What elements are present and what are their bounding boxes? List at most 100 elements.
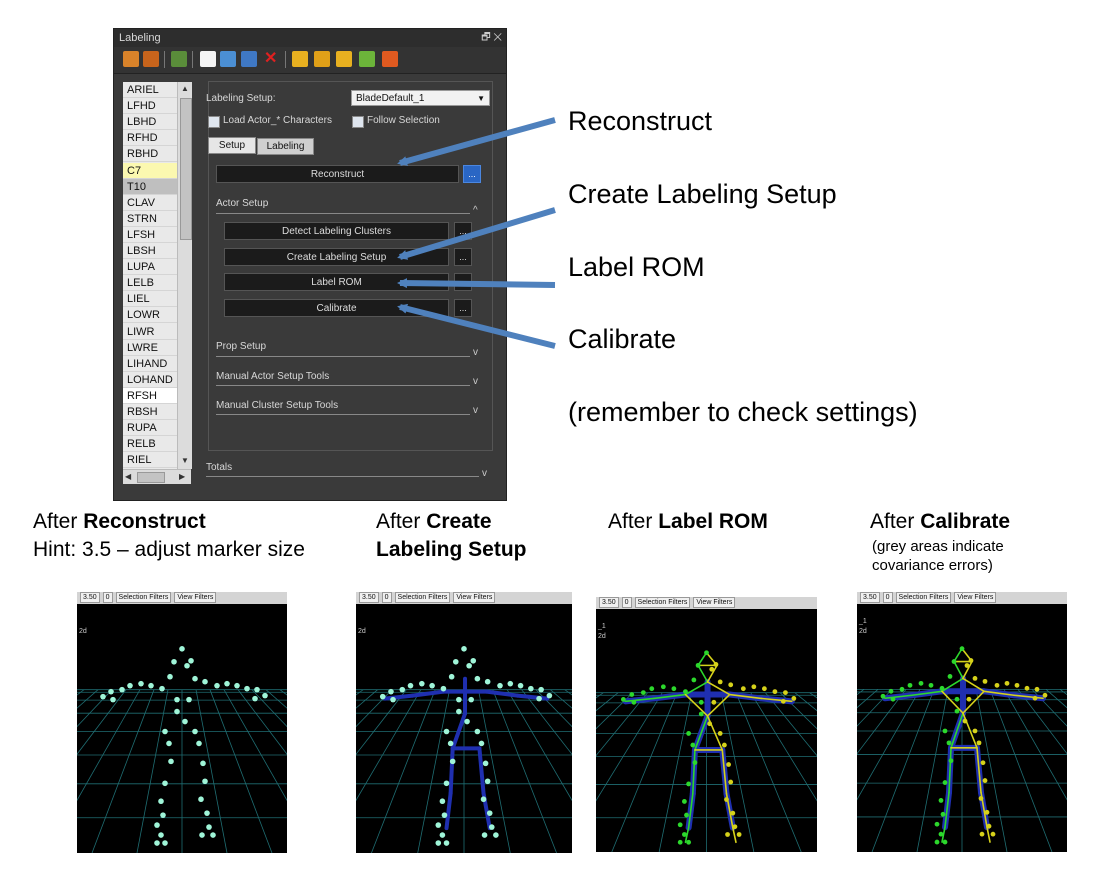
marker-point [440,685,447,692]
marker-point [772,689,778,695]
callout-remember: (remember to check settings) [568,397,918,427]
grid-line [596,692,619,712]
create-labeling-setup-arrow [397,207,556,260]
count-input[interactable]: 0 [381,592,392,603]
view-filters-button[interactable]: View Filters [174,592,217,603]
caption-reconstruct-bold: Reconstruct [83,510,206,533]
marker-point [791,696,797,701]
marker-size-input[interactable]: 3.50 [359,592,379,603]
marker-point [691,677,697,683]
marker-point [686,731,692,736]
caption-after-word: After [376,510,421,533]
marker-point [435,840,442,846]
marker-point [206,824,212,830]
grid-line [564,689,572,696]
grid-line [1031,689,1067,727]
marker-point [162,840,168,846]
viewport-scene [857,646,1067,852]
marker-size-input[interactable]: 3.50 [860,592,880,603]
selection-filters-dropdown[interactable]: Selection Filters [634,597,691,608]
skeleton-bone [684,693,709,717]
marker-point [698,711,704,717]
marker-point [174,708,180,715]
skeleton-bone [444,791,453,831]
marker-point [448,673,455,680]
marker-point [480,796,487,803]
marker-point [692,760,698,765]
viewport-after-calibrate[interactable]: 3.50 0 Selection Filters View Filters 2d _1 [857,592,1067,852]
grid-line [596,692,604,699]
marker-point [704,650,709,656]
marker-point [379,693,386,700]
selection-filters-dropdown[interactable]: Selection Filters [895,592,952,603]
marker-point [204,810,210,816]
viewport-after-reconstruct[interactable]: 3.50 0 Selection Filters View Filters 2d [77,592,287,853]
count-input[interactable]: 0 [621,597,632,608]
marker-point [1042,692,1048,698]
marker-point [474,728,481,735]
marker-size-input[interactable]: 3.50 [80,592,100,603]
viewport-after-label-rom[interactable]: 3.50 0 Selection Filters View Filters 2d _1 [596,597,817,852]
marker-point [441,812,448,818]
grid-line [611,692,678,852]
marker-point [407,682,414,689]
caption-hint: Hint: 3.5 – adjust marker size [33,538,305,561]
marker-point [946,740,952,746]
grid-line [356,689,393,728]
marker-point [154,822,160,828]
viewport-after-create-labeling-setup[interactable]: 3.50 0 Selection Filters View Filters 2d [356,592,572,853]
marker-point [1032,695,1038,701]
marker-point [481,832,488,838]
marker-point [980,760,986,766]
caption-after-word: After [608,510,653,533]
marker-point [940,811,946,817]
marker-point [938,831,944,837]
marker-point [682,832,687,837]
grid-line [223,689,287,802]
marker-point [198,796,204,803]
marker-point [452,658,459,665]
count-input[interactable]: 0 [102,592,113,603]
marker-point [443,780,450,787]
view-filters-button[interactable]: View Filters [453,592,496,603]
marker-point [982,678,988,684]
marker-point [429,682,435,689]
viewport-scene [77,646,287,853]
marker-point [192,675,198,682]
grid-line [91,689,155,853]
marker-point [110,696,116,703]
grid-line [506,689,572,802]
marker-point [1034,686,1040,692]
selection-filters-dropdown[interactable]: Selection Filters [115,592,172,603]
marker-point [1024,685,1030,691]
marker-point [620,696,626,702]
marker-point [474,675,481,682]
callout-reconstruct: Reconstruct [568,106,713,136]
selection-filters-dropdown[interactable]: Selection Filters [394,592,451,603]
skeleton-bone [950,712,964,749]
marker-point [254,686,260,693]
marker-point [127,682,133,689]
grid-line [356,689,378,709]
marker-point [179,646,185,652]
caption-labeling-setup-bold: Labeling Setup [376,538,527,561]
view-filters-button[interactable]: View Filters [693,597,736,608]
marker-point [962,718,968,724]
marker-point [167,673,173,680]
skeleton-bone [953,660,964,680]
callout-calibrate: Calibrate [568,324,677,354]
caption-label-rom: After Label ROM [608,508,768,536]
marker-size-input[interactable]: 3.50 [599,597,619,608]
grid-line [77,689,99,709]
count-input[interactable]: 0 [882,592,893,603]
marker-point [629,692,635,697]
marker-point [1004,680,1010,686]
marker-point [979,831,985,837]
grid-line [356,689,422,802]
view-filters-button[interactable]: View Filters [954,592,997,603]
marker-point [966,696,972,702]
marker-point [108,688,114,695]
marker-point [162,728,168,735]
marker-point [951,659,957,664]
marker-point [711,699,717,705]
